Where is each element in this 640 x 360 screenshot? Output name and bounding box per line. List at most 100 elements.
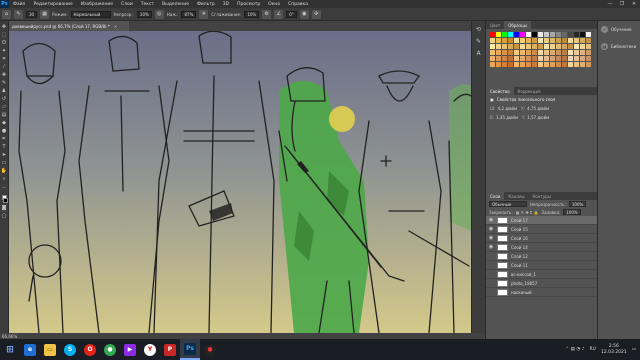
color-swatch[interactable]	[538, 32, 543, 37]
menu-item[interactable]: Окно	[264, 2, 284, 7]
magic-wand-tool-icon[interactable]: ✦	[1, 47, 8, 54]
tab-paths[interactable]: Контуры	[528, 192, 554, 200]
color-swatch[interactable]	[544, 32, 549, 37]
prop-y-value[interactable]: 1,57 дюйм	[527, 115, 549, 120]
menu-item[interactable]: Справка	[284, 2, 312, 7]
prop-width[interactable]: Ш: 4,2 дюйм	[490, 106, 517, 111]
color-swatch[interactable]	[544, 38, 549, 43]
prop-x-value[interactable]: 4,75 дюйм	[527, 106, 549, 111]
color-swatch[interactable]	[568, 32, 573, 37]
eraser-tool-icon[interactable]: ▱	[1, 103, 8, 110]
minimize-button[interactable]: —	[604, 0, 616, 8]
taskbar-pdf[interactable]: P	[160, 339, 180, 360]
color-swatch[interactable]	[526, 44, 531, 49]
color-swatch[interactable]	[550, 38, 555, 43]
layer-name[interactable]: вс-киссой_1	[511, 272, 536, 277]
tab-swatches[interactable]: Образцы	[504, 21, 531, 29]
color-swatch[interactable]	[574, 32, 579, 37]
taskbar-explorer[interactable]: ▭	[40, 339, 60, 360]
color-swatch[interactable]	[550, 32, 555, 37]
color-swatch[interactable]	[508, 56, 513, 61]
mode-select[interactable]: Нормальный	[70, 10, 111, 18]
layer-name[interactable]: Слой 17	[511, 218, 528, 223]
color-swatch[interactable]	[574, 38, 579, 43]
color-swatch[interactable]	[508, 38, 513, 43]
tab-layers[interactable]: Слои	[486, 192, 505, 200]
layer-row[interactable]: наскиный	[486, 288, 598, 297]
color-swatch[interactable]	[568, 62, 573, 67]
color-swatch[interactable]	[532, 38, 537, 43]
color-swatch[interactable]	[556, 32, 561, 37]
taskbar-chrome[interactable]: ●	[100, 339, 120, 360]
canvas[interactable]	[9, 31, 471, 333]
color-swatch[interactable]	[496, 32, 501, 37]
layer-row[interactable]: вс-киссой_1	[486, 270, 598, 279]
symmetry-icon[interactable]: ✣	[311, 9, 321, 19]
color-swatch[interactable]	[556, 44, 561, 49]
color-swatch[interactable]	[490, 32, 495, 37]
shape-tool-icon[interactable]: ▭	[1, 159, 8, 166]
libraries-button[interactable]: ▤ Библиотеки	[598, 38, 640, 55]
lasso-tool-icon[interactable]: ʘ	[1, 39, 8, 46]
color-swatch[interactable]	[562, 50, 567, 55]
color-swatch[interactable]	[556, 38, 561, 43]
layer-name[interactable]: Слой 12	[511, 254, 528, 259]
color-swatch[interactable]	[514, 32, 519, 37]
color-swatch[interactable]	[496, 38, 501, 43]
document-tab[interactable]: доввишийрусс.psd @ 66,7% (Слой 17, RGB/8…	[9, 21, 129, 31]
pressure-opacity-icon[interactable]: ◎	[154, 9, 164, 19]
maximize-button[interactable]: ❐	[616, 0, 628, 8]
gradient-tool-icon[interactable]: ▤	[1, 111, 8, 118]
tab-channels[interactable]: Каналы	[504, 192, 528, 200]
pressure-size-icon[interactable]: ◉	[299, 9, 309, 19]
color-swatch[interactable]	[508, 62, 513, 67]
move-tool-icon[interactable]: ✥	[1, 23, 8, 30]
angle-field[interactable]: 0°	[286, 10, 297, 18]
stamp-tool-icon[interactable]: ♟	[1, 87, 8, 94]
taskbar-opera[interactable]: O	[80, 339, 100, 360]
color-swatch[interactable]	[580, 50, 585, 55]
crop-tool-icon[interactable]: ⌗	[1, 55, 8, 62]
tray-icons[interactable]: ⌃ ▤ ◔ ♪	[565, 347, 584, 352]
color-swatch[interactable]	[532, 62, 537, 67]
color-swatch[interactable]	[574, 62, 579, 67]
menu-item[interactable]: 3D	[219, 2, 233, 7]
color-swatch[interactable]	[514, 50, 519, 55]
notifications-icon[interactable]: ▭	[632, 347, 636, 352]
fill-field[interactable]: 100%	[563, 209, 581, 215]
color-swatch[interactable]	[502, 62, 507, 67]
color-swatch[interactable]	[556, 50, 561, 55]
color-swatch[interactable]	[568, 44, 573, 49]
screen-mode-icon[interactable]: ▢	[1, 212, 8, 219]
color-swatch[interactable]	[580, 62, 585, 67]
history-brush-tool-icon[interactable]: ↺	[1, 95, 8, 102]
history-icon[interactable]: ⟲	[475, 25, 483, 33]
brush-presets-icon[interactable]: ✎	[475, 37, 483, 45]
brush-tool-icon[interactable]: ✎	[14, 9, 23, 19]
blur-tool-icon[interactable]: ◆	[1, 119, 8, 126]
airbrush-icon[interactable]: ✈	[199, 9, 209, 19]
color-swatch[interactable]	[562, 38, 567, 43]
color-swatch[interactable]	[526, 50, 531, 55]
color-swatch[interactable]	[502, 38, 507, 43]
color-swatch[interactable]	[550, 56, 555, 61]
visibility-eye-icon[interactable]: ◉	[488, 226, 494, 232]
brush-size-picker[interactable]: 30	[26, 10, 38, 18]
color-swatch[interactable]	[580, 44, 585, 49]
flow-field[interactable]: 87%	[181, 10, 197, 18]
color-swatch[interactable]	[514, 44, 519, 49]
color-swatch[interactable]	[490, 50, 495, 55]
layer-name[interactable]: наскиный	[511, 290, 532, 295]
visibility-eye-icon[interactable]: ◉	[488, 235, 494, 241]
brush-tool-icon[interactable]: ✎	[1, 79, 8, 86]
menu-item[interactable]: Выделение	[158, 2, 193, 7]
color-swatch[interactable]	[496, 50, 501, 55]
color-swatch[interactable]	[490, 38, 495, 43]
color-swatch[interactable]	[580, 56, 585, 61]
color-swatch[interactable]	[556, 56, 561, 61]
color-swatch[interactable]	[532, 56, 537, 61]
tab-adjustments[interactable]: Коррекция	[514, 87, 545, 95]
dodge-tool-icon[interactable]: ●	[1, 127, 8, 134]
color-swatch[interactable]	[520, 50, 525, 55]
color-swatch[interactable]	[562, 32, 567, 37]
